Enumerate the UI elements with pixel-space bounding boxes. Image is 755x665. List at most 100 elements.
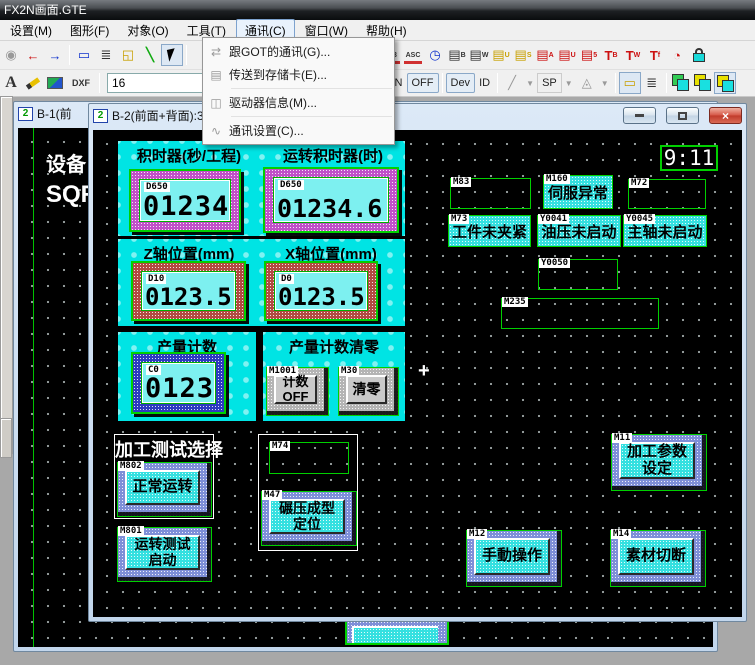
- z-position-value: 0123.5: [145, 285, 232, 309]
- select-cursor-icon[interactable]: [161, 44, 183, 66]
- process-param-button-label: 加工参数 设定: [619, 442, 695, 479]
- text-tool-icon[interactable]: A: [0, 72, 22, 94]
- b1-partial-button[interactable]: [345, 619, 449, 645]
- menu-item-comm-with-got[interactable]: ⇄ 跟GOT的通讯(G)...: [203, 40, 394, 63]
- device-chip: D10: [146, 274, 166, 284]
- timer-display[interactable]: D650 01234: [129, 169, 241, 232]
- state-off-button[interactable]: OFF: [407, 73, 439, 93]
- back-layer-icon[interactable]: [692, 72, 714, 94]
- comment-display-w-icon[interactable]: ▤W: [468, 44, 490, 66]
- rolling-forming-button[interactable]: M47 碾压成型 定位: [261, 491, 357, 546]
- menu-item-drive-info[interactable]: ◫ 驱动器信息(M)...: [203, 91, 394, 114]
- test-run-button[interactable]: M801 运转测试 启动: [117, 527, 212, 582]
- menu-figure[interactable]: 图形(F): [62, 20, 117, 41]
- device-chip: Y0041: [538, 214, 569, 224]
- maximize-button[interactable]: [666, 107, 699, 124]
- paint-brush-icon[interactable]: [22, 72, 44, 94]
- toolbar-separator: [186, 45, 187, 65]
- close-button[interactable]: ×: [709, 107, 742, 124]
- manual-operation-button-label: 手動操作: [474, 538, 550, 575]
- device-chip: M12: [467, 529, 487, 539]
- y0050-indicator-box[interactable]: Y0050: [538, 259, 618, 290]
- line-style-icon[interactable]: ╱: [501, 72, 523, 94]
- spindle-not-started-lamp[interactable]: Y0045 主轴未启动: [623, 215, 707, 247]
- process-param-button[interactable]: M11 加工参数 设定: [611, 434, 707, 491]
- b1-screen-border: [33, 128, 34, 647]
- servo-alarm-lamp[interactable]: M160 伺服异常: [543, 175, 613, 209]
- alarm-list-5-icon[interactable]: ▤5: [578, 44, 600, 66]
- lamp-display-u-icon[interactable]: ▤U: [490, 44, 512, 66]
- menu-separator: [231, 88, 392, 89]
- data-list-icon[interactable]: ≣: [641, 72, 663, 94]
- run-timer-display[interactable]: D650 01234.6: [263, 167, 399, 233]
- b2-canvas[interactable]: 积时器(秒/工程) 运转积时器(时) Z轴位置(mm) X轴位置(mm) 产量计…: [93, 130, 742, 617]
- layers-icon[interactable]: ◱: [117, 44, 139, 66]
- fill-dropdown-icon[interactable]: ▼: [598, 72, 612, 94]
- menu-item-comm-settings[interactable]: ∿ 通讯设置(C)...: [203, 119, 394, 142]
- menu-separator: [231, 116, 392, 117]
- b1-text-device[interactable]: 设备: [46, 148, 86, 177]
- touchkey-word-icon[interactable]: TW: [622, 44, 644, 66]
- view-icon[interactable]: ◉: [0, 44, 22, 66]
- sp-style-button[interactable]: SP: [537, 73, 562, 93]
- manual-operation-button[interactable]: M12 手動操作: [466, 530, 562, 587]
- clear-button[interactable]: M30 清零: [338, 367, 399, 416]
- b2-window-controls: ×: [623, 107, 742, 124]
- clock-display[interactable]: 9:11: [660, 145, 718, 171]
- ascii-display-icon[interactable]: ASC: [402, 44, 424, 66]
- property-list-icon[interactable]: ≣: [95, 44, 117, 66]
- line-style-dropdown-icon[interactable]: ▼: [523, 72, 537, 94]
- m83-indicator-box[interactable]: M83: [450, 178, 531, 209]
- servo-alarm-text: 伺服异常: [548, 182, 608, 203]
- m72-indicator-box[interactable]: M72: [628, 179, 706, 209]
- workpiece-unclamped-lamp[interactable]: M73 工件未夹紧: [448, 215, 531, 247]
- device-chip: M235: [502, 297, 528, 307]
- alarm-list-u-icon[interactable]: ▤U: [556, 44, 578, 66]
- back-arrow-icon[interactable]: ←: [22, 44, 44, 66]
- draw-line-icon[interactable]: ╲: [139, 44, 161, 66]
- sp-style-dropdown-icon[interactable]: ▼: [562, 72, 576, 94]
- security-lock-icon[interactable]: [688, 44, 710, 66]
- both-layer-icon[interactable]: [714, 72, 736, 94]
- id-view-button[interactable]: ID: [475, 73, 494, 93]
- device-view-button[interactable]: Dev: [446, 73, 476, 93]
- fill-bucket-icon[interactable]: ◬: [576, 72, 598, 94]
- menu-object[interactable]: 对象(O): [119, 20, 176, 41]
- clock-value: 9:11: [664, 146, 715, 170]
- toolbar-separator: [497, 73, 498, 93]
- menu-settings[interactable]: 设置(M): [2, 20, 60, 41]
- touchkey-bit-icon[interactable]: TB: [600, 44, 622, 66]
- material-cut-button[interactable]: M14 素材切断: [610, 530, 706, 587]
- background-window-edge: [0, 96, 13, 454]
- crosshair-cursor: +: [418, 363, 430, 379]
- touchkey-func-icon[interactable]: Tf: [644, 44, 666, 66]
- normal-run-button[interactable]: M802 正常运转: [117, 462, 212, 517]
- front-layer-icon[interactable]: [670, 72, 692, 94]
- x-position-display[interactable]: D0 0123.5: [264, 261, 378, 321]
- counter-display[interactable]: C0 0123: [131, 352, 226, 414]
- screen-file-icon: 2: [93, 109, 108, 123]
- comment-display-b-icon[interactable]: ▤B: [446, 44, 468, 66]
- screen-switch-icon[interactable]: ▭: [73, 44, 95, 66]
- m74-indicator-box[interactable]: M74: [269, 442, 349, 474]
- alarm-history-icon[interactable]: ▤A: [534, 44, 556, 66]
- window-b2[interactable]: 2 B-2(前面+背面):3 × 积时器(秒/工程) 运转积时器(时) Z轴位置…: [88, 103, 747, 622]
- hydraulic-not-started-lamp[interactable]: Y0041 油压未启动: [537, 215, 621, 247]
- z-position-display[interactable]: D10 0123.5: [131, 261, 246, 321]
- pie-display-icon[interactable]: ◔: [666, 44, 688, 66]
- clock-display-icon[interactable]: ◷: [424, 44, 446, 66]
- menu-item-transfer-memory-card[interactable]: ▤ 传送到存储卡(E)...: [203, 63, 394, 86]
- b2-titlebar[interactable]: 2 B-2(前面+背面):3 ×: [89, 104, 746, 127]
- m235-indicator-box[interactable]: M235: [501, 298, 659, 329]
- comm-settings-icon: ∿: [203, 124, 229, 138]
- window-preview-icon[interactable]: ▭: [619, 72, 641, 94]
- lamp-display-s-icon[interactable]: ▤S: [512, 44, 534, 66]
- image-import-icon[interactable]: [44, 72, 66, 94]
- device-chip: M802: [118, 461, 144, 471]
- toolbar-separator: [442, 73, 443, 93]
- device-chip: M74: [270, 441, 290, 451]
- dxf-import-icon[interactable]: DXF: [66, 72, 96, 94]
- forward-arrow-icon[interactable]: →: [44, 44, 66, 66]
- count-off-button[interactable]: M1001 计数 OFF: [266, 367, 329, 416]
- minimize-button[interactable]: [623, 107, 656, 124]
